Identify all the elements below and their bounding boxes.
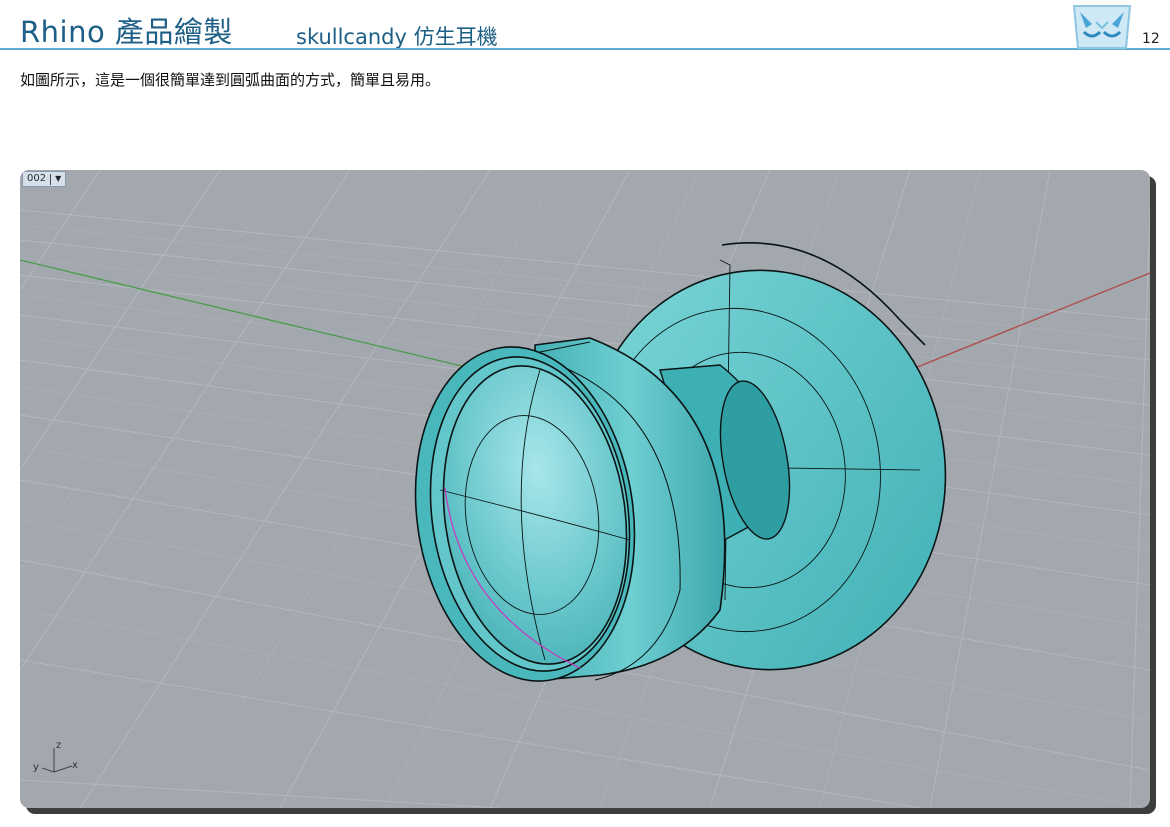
- page-title: Rhino 產品繪製: [20, 15, 233, 49]
- x-axis-line: [909, 272, 1150, 371]
- axis-triad-icon: [41, 748, 73, 773]
- rhino-viewport[interactable]: 002 ▼ z x y: [20, 170, 1150, 808]
- axis-y-label: y: [33, 762, 39, 773]
- viewport-label[interactable]: 002 ▼: [22, 171, 67, 187]
- y-axis-line: [20, 259, 471, 369]
- page-subtitle: skullcandy 仿生耳機: [296, 25, 498, 49]
- owl-logo-icon: [1072, 5, 1132, 49]
- header-rule: [0, 48, 1170, 50]
- viewport-scene: [20, 170, 1150, 808]
- caption-text: 如圖所示，這是一個很簡單達到圓弧曲面的方式，簡單且易用。: [20, 71, 441, 89]
- page-number: 12: [1142, 31, 1160, 47]
- axis-z-label: z: [56, 740, 62, 751]
- chevron-down-icon[interactable]: ▼: [55, 172, 61, 186]
- viewport-name: 002: [27, 173, 47, 184]
- page-header: Rhino 產品繪製 skullcandy 仿生耳機 12: [0, 0, 1170, 52]
- axis-x-label: x: [72, 760, 78, 771]
